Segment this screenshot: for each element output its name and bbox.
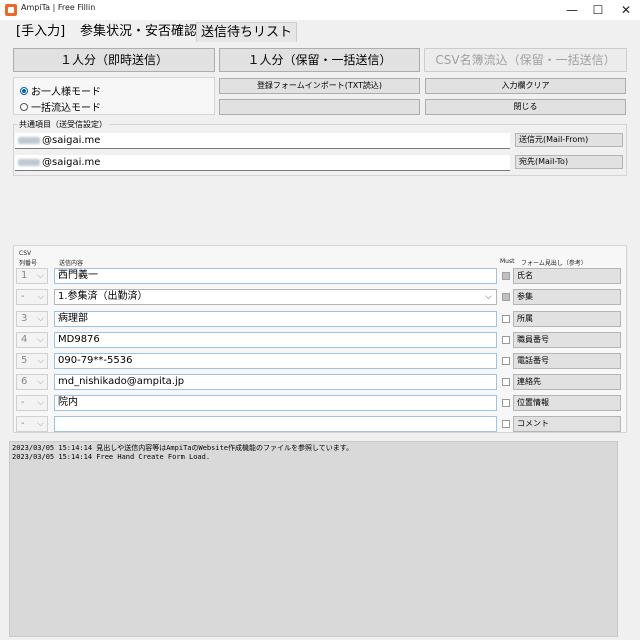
mail-from-button[interactable]: 送信元(Mail-From) [515, 133, 623, 147]
column-select[interactable]: 5 ⌵ [16, 353, 48, 369]
redacted-name [18, 136, 40, 144]
tab-bar: [手入力] 参集状況・安否確認 送信待ちリスト [0, 20, 640, 42]
column-select[interactable]: - ⌵ [16, 416, 48, 432]
clear-input-button[interactable]: 入力欄クリア [425, 78, 626, 94]
app-logo-icon [5, 4, 17, 16]
send-single-hold-button[interactable]: １人分（保留・一括送信） [219, 48, 420, 72]
radio-unchecked-icon [20, 102, 28, 111]
common-settings-label: 共通項目（送受信設定） [17, 119, 109, 130]
minimize-button[interactable]: — [558, 0, 586, 20]
form-heading-button[interactable]: 職員番号 [513, 332, 621, 348]
close-window-button[interactable]: ✕ [612, 0, 640, 20]
send-single-now-button[interactable]: １人分（即時送信） [13, 48, 215, 72]
must-checkbox[interactable] [502, 399, 510, 407]
must-checkbox[interactable] [502, 336, 510, 344]
log-line: 2023/03/05 15:14:14 Free Hand Create For… [12, 453, 211, 461]
bulk-mode-radio[interactable]: 一括流込モード [20, 99, 101, 114]
must-checkbox[interactable] [502, 378, 510, 386]
mail-from-field[interactable]: @saigai.me [15, 133, 510, 149]
csv-bulk-button[interactable]: CSV名簿流込（保留・一括送信） [424, 48, 627, 72]
field-input[interactable]: 院内 [54, 395, 497, 411]
field-input[interactable]: 西門義一 [54, 268, 497, 284]
field-input[interactable] [54, 416, 497, 432]
must-checkbox[interactable] [502, 357, 510, 365]
field-input[interactable]: 090-79**-5536 [54, 353, 497, 369]
must-header: Must [500, 258, 515, 265]
log-line: 2023/03/05 15:14:14 見出しや送信内容等はAmpiTaのWeb… [12, 444, 354, 452]
must-checkbox[interactable] [502, 315, 510, 323]
form-heading-button[interactable]: 電話番号 [513, 353, 621, 369]
content-header: 送信内容 [59, 260, 84, 267]
single-mode-radio[interactable]: お一人様モード [20, 83, 101, 98]
log-area[interactable]: 2023/03/05 15:14:14 見出しや送信内容等はAmpiTaのWeb… [9, 441, 618, 637]
form-heading-button[interactable]: 連絡先 [513, 374, 621, 390]
blank-button[interactable] [219, 99, 420, 115]
radio-checked-icon [20, 86, 28, 95]
chevron-down-icon: ⌵ [37, 314, 44, 324]
chevron-down-icon: ⌵ [37, 377, 44, 387]
form-heading-button[interactable]: 所属 [513, 311, 621, 327]
close-button[interactable]: 閉じる [425, 99, 626, 115]
column-select[interactable]: 4 ⌵ [16, 332, 48, 348]
chevron-down-icon: ⌵ [37, 419, 44, 429]
column-select[interactable]: 6 ⌵ [16, 374, 48, 390]
field-input[interactable]: md_nishikado@ampita.jp [54, 374, 497, 390]
status-dropdown[interactable]: 1.参集済（出勤済） ⌵ [54, 289, 497, 305]
form-heading-header: フォーム見出し（参考） [521, 260, 587, 267]
form-heading-button[interactable]: 位置情報 [513, 395, 621, 411]
redacted-name [18, 158, 40, 166]
mode-panel: お一人様モード 一括流込モード [13, 77, 215, 115]
chevron-down-icon: ⌵ [485, 292, 492, 302]
must-checkbox[interactable] [502, 272, 510, 280]
field-input[interactable]: 病理部 [54, 311, 497, 327]
column-select[interactable]: - ⌵ [16, 289, 48, 305]
form-heading-button[interactable]: 氏名 [513, 268, 621, 284]
csv-header: CSV [19, 250, 32, 257]
field-input[interactable]: MD9876 [54, 332, 497, 348]
must-checkbox[interactable] [502, 293, 510, 301]
column-select[interactable]: - ⌵ [16, 395, 48, 411]
tab-attendance-status[interactable]: 参集状況・安否確認 [76, 22, 201, 42]
must-checkbox[interactable] [502, 420, 510, 428]
column-number-header: 列番号 [19, 260, 38, 267]
mail-to-field[interactable]: @saigai.me [15, 155, 510, 171]
column-select[interactable]: 3 ⌵ [16, 311, 48, 327]
tab-manual-input[interactable]: [手入力] [12, 22, 69, 42]
title-bar: AmpiTa | Free Fillin — ☐ ✕ [0, 0, 640, 20]
chevron-down-icon: ⌵ [37, 356, 44, 366]
tab-send-queue[interactable]: 送信待ちリスト [196, 22, 298, 42]
form-heading-button[interactable]: コメント [513, 416, 621, 432]
chevron-down-icon: ⌵ [37, 335, 44, 345]
column-select[interactable]: 1 ⌵ [16, 268, 48, 284]
mail-to-button[interactable]: 宛先(Mail-To) [515, 155, 623, 169]
maximize-button[interactable]: ☐ [584, 0, 612, 20]
import-form-button[interactable]: 登録フォームインポート(TXT読込) [219, 78, 420, 94]
window-title: AmpiTa | Free Fillin [21, 3, 96, 12]
chevron-down-icon: ⌵ [37, 398, 44, 408]
chevron-down-icon: ⌵ [37, 271, 44, 281]
chevron-down-icon: ⌵ [37, 292, 44, 302]
form-heading-button[interactable]: 参集 [513, 289, 621, 305]
